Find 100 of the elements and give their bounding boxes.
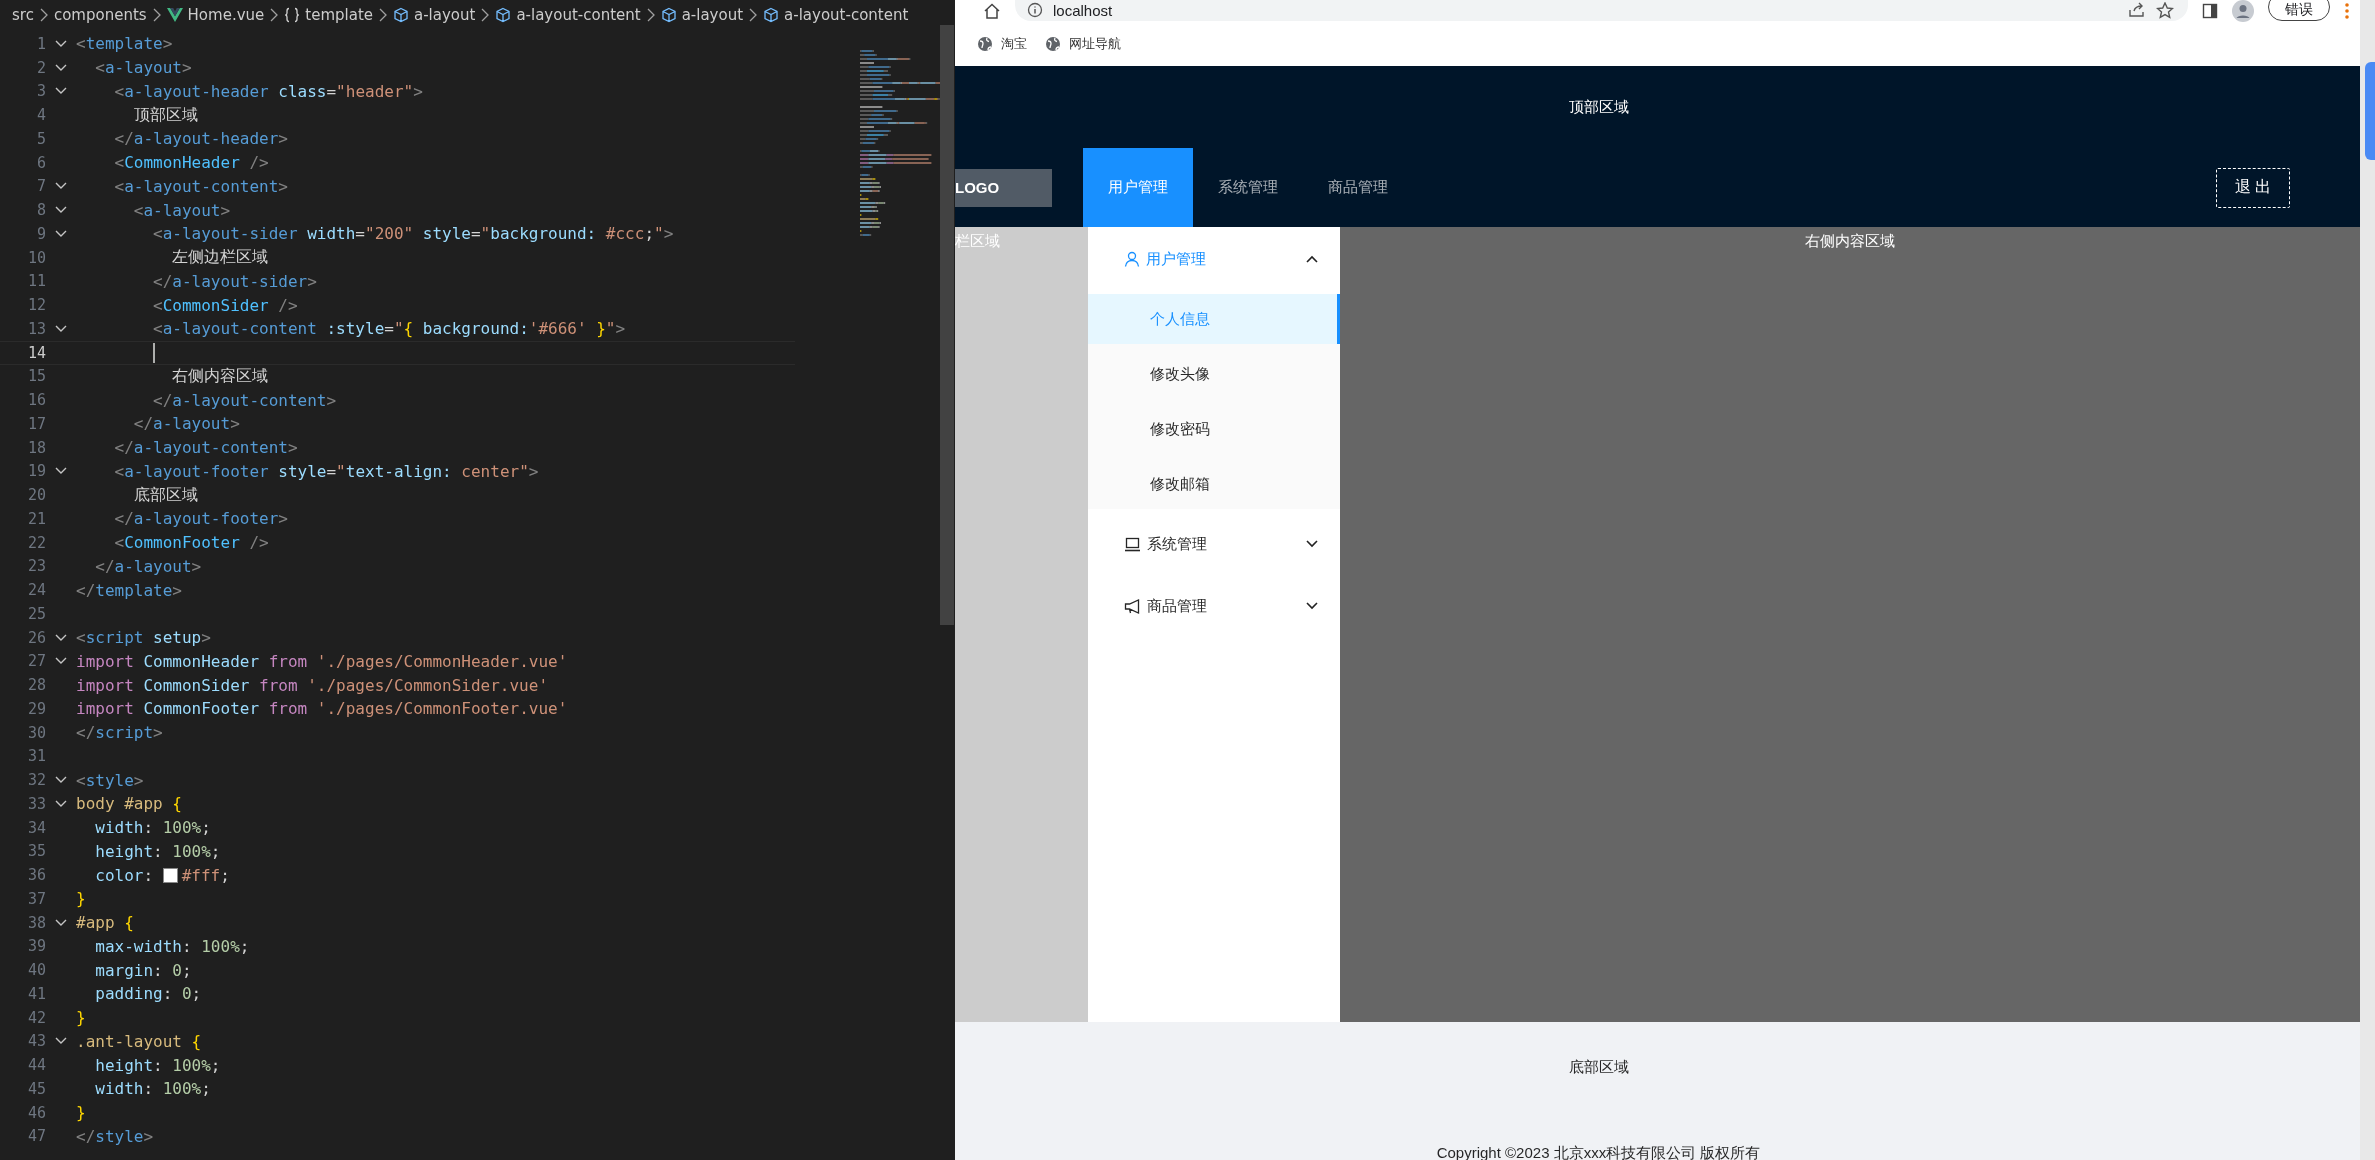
line-number: 40 [26, 961, 46, 980]
address-bar[interactable]: localhost [1015, 0, 2188, 21]
cube-icon [495, 7, 512, 23]
line-number: 11 [26, 272, 46, 291]
submenu-title[interactable]: 系统管理 [1088, 514, 1340, 574]
nav-menu-item[interactable]: 系统管理 [1193, 148, 1303, 227]
breadcrumb-item[interactable]: src [12, 6, 34, 24]
line-number: 47 [26, 1127, 46, 1146]
code-line: #app { [76, 913, 134, 933]
logout-button[interactable]: 退 出 [2215, 167, 2290, 208]
line-number: 29 [26, 699, 46, 718]
fold-chevron-icon[interactable] [55, 324, 67, 333]
code-line: <CommonHeader /> [113, 153, 269, 173]
megaphone-icon [1124, 598, 1141, 614]
fold-chevron-icon[interactable] [55, 63, 67, 72]
code-line: <a-layout> [94, 58, 192, 78]
user-icon [1124, 251, 1140, 267]
code-line: </a-layout> [132, 414, 240, 434]
code-line: } [76, 1008, 86, 1028]
line-number: 22 [26, 533, 46, 552]
bookmark-link[interactable]: 淘宝 [977, 35, 1027, 53]
fold-chevron-icon[interactable] [55, 1037, 67, 1046]
code-line: <a-layout> [132, 200, 231, 220]
avatar-icon[interactable] [2232, 0, 2254, 22]
scrollbar-thumb[interactable] [940, 25, 954, 625]
line-number: 12 [26, 296, 46, 315]
code-line: 顶部区域 [132, 104, 198, 126]
fold-chevron-icon[interactable] [55, 229, 67, 238]
info-icon [1027, 2, 1043, 18]
line-number: 17 [26, 414, 46, 433]
cube-icon [393, 7, 409, 23]
fold-chevron-icon[interactable] [55, 467, 67, 476]
line-number: 33 [26, 794, 46, 813]
breadcrumb-item[interactable]: a-layout-content [763, 6, 909, 24]
fold-chevron-icon[interactable] [55, 633, 67, 642]
chevron-right-icon [749, 8, 758, 22]
line-number: 26 [26, 628, 46, 647]
code-line: <CommonFooter /> [113, 533, 269, 553]
line-number: 19 [26, 462, 46, 481]
star-icon[interactable] [2156, 1, 2174, 19]
more-menu-icon[interactable] [2344, 2, 2350, 20]
code-line: 左侧边栏区域 [171, 247, 269, 269]
fold-chevron-icon[interactable] [55, 657, 67, 666]
globe-icon [977, 36, 993, 52]
chevron-right-icon [646, 8, 655, 22]
fold-chevron-icon[interactable] [55, 799, 67, 808]
line-number: 37 [26, 889, 46, 908]
side-panel-icon[interactable] [2202, 3, 2218, 19]
breadcrumb-item[interactable]: template [284, 6, 373, 24]
line-number: 34 [26, 818, 46, 837]
breadcrumb-item[interactable]: a-layout [393, 6, 476, 24]
chevron-right-icon [481, 8, 490, 22]
breadcrumb-item[interactable]: components [53, 6, 147, 24]
submenu-title[interactable]: 商品管理 [1088, 576, 1340, 636]
fold-chevron-icon[interactable] [55, 39, 67, 48]
line-number: 46 [26, 1103, 46, 1122]
line-number: 35 [26, 842, 46, 861]
code-line: } [76, 1103, 86, 1123]
fold-chevron-icon[interactable] [55, 182, 67, 191]
code-line: <a-layout-content> [113, 176, 288, 196]
chevron-right-icon [152, 8, 161, 22]
bookmark-link[interactable]: 网址导航 [1045, 35, 1121, 53]
fold-chevron-icon[interactable] [55, 206, 67, 215]
submenu-item[interactable]: 修改头像 [1088, 349, 1340, 399]
submenu-item[interactable]: 修改密码 [1088, 404, 1340, 454]
line-number: 30 [26, 723, 46, 742]
code-line: </style> [76, 1126, 154, 1146]
code-line: margin: 0; [94, 960, 192, 980]
code-line: </a-layout-content> [113, 438, 298, 458]
line-number: 45 [26, 1079, 46, 1098]
home-icon[interactable] [983, 3, 1001, 19]
nav-menu-item[interactable]: 商品管理 [1303, 148, 1413, 227]
share-icon[interactable] [2128, 2, 2146, 18]
line-number: 4 [35, 106, 46, 125]
line-number: 16 [26, 391, 46, 410]
code-line: body #app { [76, 794, 182, 814]
line-number: 43 [26, 1032, 46, 1051]
code-line: import CommonFooter from './pages/CommonFooter.vue' [76, 699, 568, 719]
code-line: <CommonSider /> [152, 295, 298, 315]
line-number: 14 [26, 343, 46, 362]
line-number: 2 [35, 58, 46, 77]
submenu-item[interactable]: 修改邮箱 [1088, 459, 1340, 509]
code-line: .ant-layout { [76, 1031, 202, 1051]
code-line: </script> [76, 723, 163, 743]
code-line: height: 100%; [94, 1055, 221, 1075]
line-number: 38 [26, 913, 46, 932]
code-line: import CommonSider from './pages/CommonSider.vue' [76, 675, 548, 695]
line-number: 9 [35, 224, 46, 243]
fold-chevron-icon[interactable] [55, 776, 67, 785]
breadcrumb-item[interactable]: a-layout-content [495, 6, 641, 24]
fold-chevron-icon[interactable] [55, 87, 67, 96]
breadcrumb-item[interactable]: a-layout [660, 6, 744, 24]
code-line: } [76, 889, 86, 909]
fold-chevron-icon[interactable] [55, 918, 67, 927]
code-line: 底部区域 [132, 484, 198, 506]
profile-error-button[interactable]: 错误 [2268, 0, 2330, 21]
vue-logo-icon [166, 8, 183, 22]
breadcrumb-item[interactable]: Home.vue [166, 6, 265, 24]
globe-icon [1045, 36, 1061, 52]
line-number: 1 [35, 34, 46, 53]
